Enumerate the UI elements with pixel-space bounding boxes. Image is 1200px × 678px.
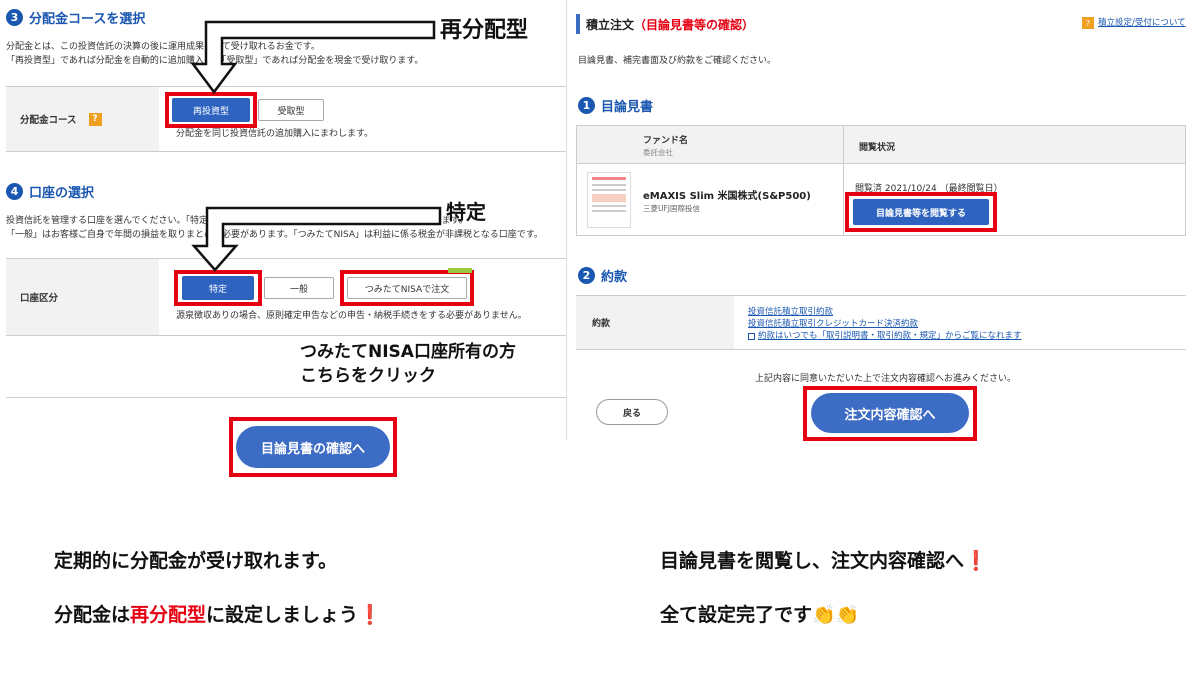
external-link-icon (748, 332, 755, 340)
dividend-course-label: 分配金コース (20, 115, 77, 126)
order-header: 積立注文（目論見書等の確認） (586, 18, 755, 32)
clapping-hands-icon: 👏👏 (812, 604, 860, 626)
prospectus-confirm-button[interactable]: 目論見書の確認へ (236, 426, 390, 468)
back-button[interactable]: 戻る (596, 399, 668, 425)
section-3-title: 3 分配金コースを選択 (6, 8, 145, 27)
dividend-description: 分配金とは、この投資信託の決算の後に運用成果として受け取れるお金です。 「再投資… (6, 42, 424, 66)
tokutei-button[interactable]: 特定 (182, 276, 254, 300)
caption-left-2: 分配金は再分配型に設定しましょう❗ (54, 604, 382, 626)
step-number: 3 (6, 9, 23, 26)
col-company: 委託会社 (643, 148, 673, 157)
section-1-title: 1 目論見書 (578, 96, 653, 115)
annotation-nisa: つみたてNISA口座所有の方 こちらをクリック (300, 342, 516, 386)
intro-text: 目論見書、補完書面及び約款をご確認ください。 (578, 56, 777, 66)
caption-right-2: 全て設定完了です👏👏 (660, 604, 860, 626)
tsumitate-nisa-button[interactable]: つみたてNISAで注文 (347, 277, 467, 299)
terms-link-2[interactable]: 投資信託積立取引クレジットカード決済約款 (748, 318, 1022, 330)
col-fund-name: ファンド名 (643, 136, 689, 146)
section-2-title: 2 約款 (578, 266, 627, 285)
order-confirm-button[interactable]: 注文内容確認へ (811, 393, 969, 433)
nisa-tag (448, 268, 472, 273)
help-icon: ? (1082, 17, 1094, 29)
terms-link-3[interactable]: 約款はいつでも「取引説明書・取引約款・規定」からご覧になれます (758, 330, 1022, 342)
terms-label: 約款 (576, 296, 734, 349)
step-number: 2 (578, 267, 595, 284)
header-accent (576, 14, 580, 34)
exclamation-icon: ❗ (358, 604, 382, 626)
ippan-button[interactable]: 一般 (264, 277, 334, 299)
annotation-saibunpai: 再分配型 (440, 18, 529, 43)
col-view-status: 閲覧状況 (859, 143, 896, 153)
agree-text: 上記内容に同意いただいた上で注文内容確認へお進みください。 (755, 374, 1017, 384)
help-link[interactable]: ? 積立設定/受付について (1082, 17, 1186, 29)
fund-company: 三菱UFJ国際投信 (643, 204, 701, 213)
view-prospectus-button[interactable]: 目論見書等を閲覧する (853, 199, 989, 225)
dividend-course-note: 分配金を同じ投資信託の追加購入にまわします。 (176, 129, 374, 139)
caption-right-1: 目論見書を閲覧し、注文内容確認へ❗ (660, 550, 988, 572)
help-icon[interactable]: ? (88, 112, 102, 126)
terms-link-1[interactable]: 投資信託積立取引約款 (748, 306, 1022, 318)
step-number: 1 (578, 97, 595, 114)
prospectus-thumbnail[interactable] (587, 172, 631, 228)
terms-row: 約款 投資信託積立取引約款 投資信託積立取引クレジットカード決済約款 約款はいつ… (576, 295, 1186, 350)
section-4-title: 4 口座の選択 (6, 182, 94, 201)
panel-divider (566, 0, 567, 440)
divider (6, 397, 566, 398)
account-note: 源泉徴収ありの場合、原則確定申告などの申告・納税手続きをする必要がありません。 (176, 311, 527, 321)
receive-button[interactable]: 受取型 (258, 99, 324, 121)
step-number: 4 (6, 183, 23, 200)
reinvest-button[interactable]: 再投資型 (172, 98, 250, 122)
exclamation-icon: ❗ (964, 550, 988, 572)
annotation-tokutei: 特定 (446, 200, 486, 224)
account-type-label: 口座区分 (6, 259, 159, 335)
caption-left-1: 定期的に分配金が受け取れます。 (54, 550, 338, 572)
fund-name: eMAXIS Slim 米国株式(S&P500) (643, 191, 811, 202)
